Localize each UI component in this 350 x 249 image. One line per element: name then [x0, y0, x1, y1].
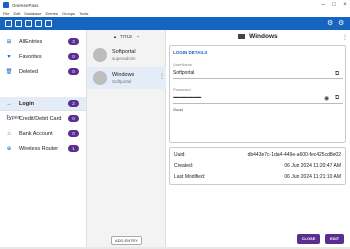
entry-subtitle: superadmin	[112, 56, 136, 61]
wifi-icon: ⊕	[6, 145, 12, 152]
monitor-icon	[238, 33, 246, 39]
close-button[interactable]: CLOSE	[297, 234, 320, 244]
menu-tools[interactable]: Tools	[79, 11, 88, 16]
more-vert-icon[interactable]: ⋮	[342, 34, 348, 41]
chevron-down-icon: ⌄	[136, 33, 140, 38]
lock-icon[interactable]	[25, 20, 32, 27]
sidebar-item-credit-card[interactable]: ▭ Credit/Debit Card 0	[0, 112, 86, 125]
add-entry-icon[interactable]	[45, 20, 52, 27]
entry-title: Windows	[112, 72, 135, 78]
add-entry-button[interactable]: ADD ENTRY	[111, 236, 142, 245]
app-icon	[3, 2, 9, 8]
menu-entries[interactable]: Entries	[45, 11, 57, 16]
uuid-value: db443e7c-1da4-449e-a600-fec425cd8e02	[247, 152, 341, 158]
count-badge: 0	[68, 115, 79, 122]
sidebar-item-allentries[interactable]: ⊞ AllEntries 3	[0, 35, 86, 48]
sidebar-item-label: Credit/Debit Card	[19, 115, 62, 122]
entry-title: Windows	[249, 33, 278, 40]
entry-avatar	[93, 48, 107, 62]
metadata-card: Uuid: db443e7c-1da4-449e-a600-fec425cd8e…	[169, 147, 346, 185]
menu-edit[interactable]: Edit	[13, 11, 20, 16]
divider	[0, 110, 86, 111]
close-window-button[interactable]: ×	[340, 1, 350, 9]
add-icon[interactable]	[35, 20, 42, 27]
count-badge: 1	[68, 145, 79, 152]
gear-icon[interactable]: ⚙	[338, 19, 344, 28]
entry-list: ▲ TITLE ⌄ Softportal superadmin Windows …	[87, 30, 166, 249]
menu-bar: File Edit Database Entries Groups Tools	[0, 10, 350, 17]
entry-subtitle: Softportal	[112, 79, 132, 84]
login-icon: →	[6, 100, 12, 107]
modified-value: 06 Jun 2024 11:21:10 AM	[284, 174, 341, 180]
edit-button[interactable]: EDIT	[325, 234, 344, 244]
sidebar-item-bank-account[interactable]: ⌂ Bank Account 0	[0, 127, 86, 140]
password-value[interactable]: ••••••••••••••••••••••••••	[173, 95, 201, 100]
settings-icon[interactable]: ⚙	[327, 19, 333, 28]
field-underline	[173, 103, 343, 104]
copy-icon[interactable]: ⧉	[335, 71, 339, 78]
title-bar: OneKeePass – □ ×	[0, 0, 350, 10]
count-badge: 0	[68, 53, 79, 60]
credit-card-icon: ▭	[6, 115, 12, 122]
password-strength: Good	[173, 107, 183, 112]
entry-avatar	[93, 71, 107, 85]
username-value[interactable]: Softportal	[173, 70, 194, 76]
sidebar-item-label: AllEntries	[19, 38, 43, 45]
modified-label: Last Modified:	[174, 174, 206, 180]
sort-label: TITLE	[119, 33, 133, 39]
bank-icon: ⌂	[7, 130, 11, 137]
folder-icon[interactable]	[5, 20, 12, 27]
trash-icon: 🗑	[5, 68, 13, 75]
count-badge: 2	[68, 100, 79, 107]
section-title: LOGIN DETAILS	[173, 50, 208, 55]
sidebar-item-label: Login	[19, 100, 34, 107]
entry-title: Softportal	[112, 49, 136, 55]
sidebar-item-label: Favorites	[19, 53, 42, 60]
minimize-button[interactable]: –	[318, 1, 328, 9]
entry-detail: Windows ⋮ LOGIN DETAILS UserName Softpor…	[166, 30, 350, 249]
sort-arrow-icon: ▲	[112, 33, 117, 39]
sidebar-item-label: Deleted	[19, 68, 38, 75]
sidebar-item-favorites[interactable]: ♥ Favorites 0	[0, 50, 86, 63]
count-badge: 3	[68, 38, 79, 45]
uuid-label: Uuid:	[174, 152, 186, 158]
sidebar-item-deleted[interactable]: 🗑 Deleted 0	[0, 65, 86, 78]
save-icon[interactable]	[15, 20, 22, 27]
sort-header[interactable]: ▲ TITLE ⌄	[87, 30, 166, 42]
field-underline	[173, 78, 343, 79]
copy-icon[interactable]: ⧉	[335, 95, 339, 102]
login-details-card: LOGIN DETAILS UserName Softportal ⧉ Pass…	[169, 45, 346, 143]
sidebar-item-wireless-router[interactable]: ⊕ Wireless Router 1	[0, 142, 86, 155]
eye-icon[interactable]: ◉	[324, 95, 329, 102]
created-label: Created:	[174, 163, 194, 169]
toolbar: ⚙ ⚙	[0, 17, 350, 30]
sidebar: ⊞ AllEntries 3 ♥ Favorites 0 🗑 Deleted 0…	[0, 30, 87, 249]
created-value: 06 Jun 2024 11:20:47 AM	[284, 163, 341, 169]
sidebar-item-login[interactable]: → Login 2	[0, 97, 86, 110]
sidebar-item-label: Wireless Router	[19, 145, 59, 152]
heart-icon: ♥	[7, 53, 11, 60]
maximize-button[interactable]: □	[329, 1, 339, 9]
list-item[interactable]: Softportal superadmin	[87, 44, 166, 66]
password-label: Password	[173, 87, 191, 92]
app-title: OneKeePass	[12, 2, 39, 8]
more-vert-icon[interactable]: ⋮	[159, 73, 165, 80]
list-item[interactable]: Windows Softportal ⋮	[87, 67, 166, 89]
menu-groups[interactable]: Groups	[62, 11, 75, 16]
menu-database[interactable]: Database	[24, 11, 41, 16]
detail-title: Windows	[166, 33, 350, 42]
username-label: UserName	[173, 62, 193, 67]
grid-icon: ⊞	[6, 38, 12, 45]
menu-file[interactable]: File	[3, 11, 9, 16]
count-badge: 0	[68, 68, 79, 75]
count-badge: 0	[68, 130, 79, 137]
sidebar-item-label: Bank Account	[19, 130, 53, 137]
